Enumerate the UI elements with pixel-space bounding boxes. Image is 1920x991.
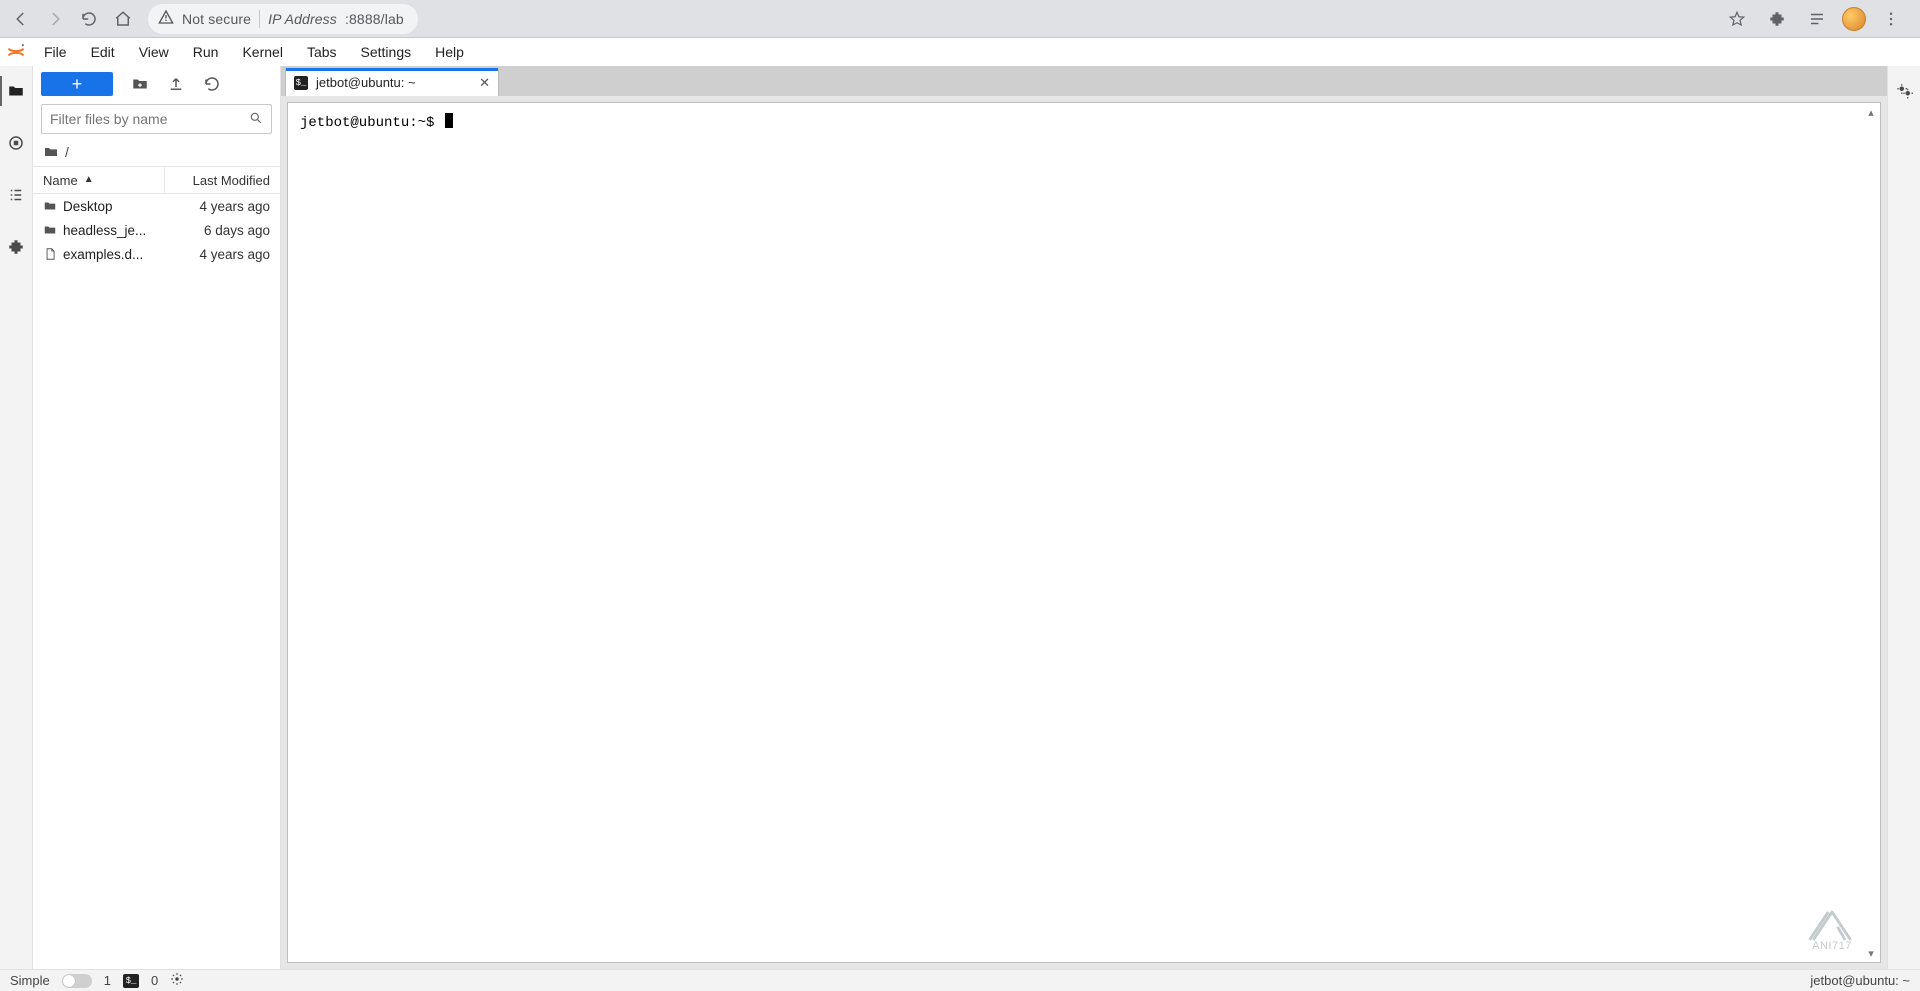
file-name: examples.d... xyxy=(59,247,165,262)
scroll-up-icon[interactable]: ▴ xyxy=(1864,105,1878,119)
folder-icon xyxy=(41,223,59,237)
terminal-container: jetbot@ubuntu:~$ ▴ ▾ ANI717 xyxy=(287,102,1881,963)
extension-manager-tab-icon[interactable] xyxy=(0,232,33,262)
terminal-badge-icon: $_ xyxy=(123,974,139,988)
menu-kernel[interactable]: Kernel xyxy=(230,38,294,66)
terminal[interactable]: jetbot@ubuntu:~$ xyxy=(288,103,1880,962)
reading-list-icon[interactable] xyxy=(1802,4,1832,34)
tab-title: jetbot@ubuntu: ~ xyxy=(316,75,416,90)
file-modified: 6 days ago xyxy=(165,223,280,238)
terminal-prompt: jetbot@ubuntu:~$ xyxy=(300,115,443,131)
header-name-column[interactable]: Name ▲ xyxy=(33,167,165,193)
breadcrumb-path: / xyxy=(65,144,69,160)
document-tab-strip: $_ jetbot@ubuntu: ~ ✕ xyxy=(281,66,1887,96)
main-document-area: $_ jetbot@ubuntu: ~ ✕ jetbot@ubuntu:~$ ▴… xyxy=(281,66,1887,969)
chrome-menu-icon[interactable] xyxy=(1876,4,1906,34)
file-filter-input[interactable] xyxy=(41,104,272,134)
search-icon xyxy=(249,111,263,128)
jupyter-logo[interactable] xyxy=(0,38,32,66)
jupyterlab-menubar: FileEditViewRunKernelTabsSettingsHelp xyxy=(0,38,1920,66)
file-row[interactable]: headless_je...6 days ago xyxy=(33,218,280,242)
file-name: Desktop xyxy=(59,199,165,214)
address-bar[interactable]: Not secure IP Address :8888/lab xyxy=(148,4,418,34)
url-suffix: :8888/lab xyxy=(345,11,404,27)
folder-icon xyxy=(41,199,59,213)
file-row[interactable]: Desktop4 years ago xyxy=(33,194,280,218)
header-modified-column[interactable]: Last Modified xyxy=(165,173,280,188)
tab-close-icon[interactable]: ✕ xyxy=(479,75,490,91)
file-icon xyxy=(41,247,59,261)
property-inspector-icon[interactable] xyxy=(1888,76,1920,106)
file-modified: 4 years ago xyxy=(165,247,280,262)
new-launcher-button[interactable]: + xyxy=(41,72,113,96)
file-browser-tab-icon[interactable] xyxy=(0,76,33,106)
simple-mode-toggle[interactable] xyxy=(62,974,92,988)
terminal-cursor xyxy=(445,113,453,128)
refresh-icon[interactable] xyxy=(203,75,221,93)
terminal-count[interactable]: 1 xyxy=(104,973,111,988)
file-list-header: Name ▲ Last Modified xyxy=(33,166,280,194)
right-activity-bar xyxy=(1887,66,1920,969)
file-list: Desktop4 years agoheadless_je...6 days a… xyxy=(33,194,280,969)
browser-toolbar: Not secure IP Address :8888/lab xyxy=(0,0,1920,38)
url-prefix: IP Address xyxy=(268,11,337,27)
table-of-contents-tab-icon[interactable] xyxy=(0,180,33,210)
menu-edit[interactable]: Edit xyxy=(79,38,127,66)
sort-ascending-icon: ▲ xyxy=(84,174,94,185)
menu-tabs[interactable]: Tabs xyxy=(295,38,349,66)
omnibox-separator xyxy=(259,10,260,28)
profile-avatar[interactable] xyxy=(1842,7,1866,31)
not-secure-icon xyxy=(158,9,174,28)
simple-mode-label: Simple xyxy=(10,973,50,988)
file-filter-field[interactable] xyxy=(50,111,249,127)
kernel-settings-icon[interactable] xyxy=(170,972,184,989)
left-activity-bar xyxy=(0,66,33,969)
bookmark-star-icon[interactable] xyxy=(1722,4,1752,34)
file-name: headless_je... xyxy=(59,223,165,238)
terminal-icon: $_ xyxy=(294,76,308,90)
file-row[interactable]: examples.d...4 years ago xyxy=(33,242,280,266)
not-secure-label: Not secure xyxy=(182,11,251,27)
new-folder-icon[interactable] xyxy=(131,75,149,93)
header-name-label: Name xyxy=(43,173,78,188)
forward-button[interactable] xyxy=(40,4,70,34)
reload-button[interactable] xyxy=(74,4,104,34)
breadcrumb[interactable]: / xyxy=(33,140,280,166)
status-bar: Simple 1 $_ 0 jetbot@ubuntu: ~ xyxy=(0,969,1920,991)
tab-terminal[interactable]: $_ jetbot@ubuntu: ~ ✕ xyxy=(285,68,499,96)
kernel-count[interactable]: 0 xyxy=(151,973,158,988)
back-button[interactable] xyxy=(6,4,36,34)
home-button[interactable] xyxy=(108,4,138,34)
menu-file[interactable]: File xyxy=(32,38,79,66)
running-sessions-tab-icon[interactable] xyxy=(0,128,33,158)
upload-icon[interactable] xyxy=(167,75,185,93)
menu-view[interactable]: View xyxy=(127,38,181,66)
extensions-icon[interactable] xyxy=(1762,4,1792,34)
menu-settings[interactable]: Settings xyxy=(349,38,424,66)
menu-run[interactable]: Run xyxy=(181,38,231,66)
menu-help[interactable]: Help xyxy=(423,38,476,66)
status-document-label[interactable]: jetbot@ubuntu: ~ xyxy=(1810,973,1910,988)
file-browser-panel: + / Name ▲ Last Modified Desktop4 years … xyxy=(33,66,281,969)
scroll-down-icon[interactable]: ▾ xyxy=(1864,946,1878,960)
file-modified: 4 years ago xyxy=(165,199,280,214)
folder-icon xyxy=(43,144,59,160)
